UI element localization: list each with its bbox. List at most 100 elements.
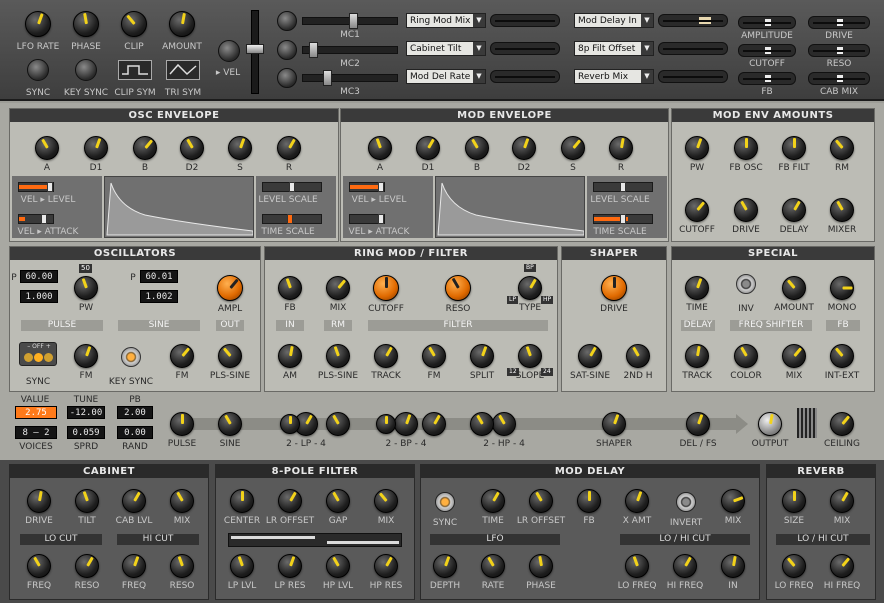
fb-slider[interactable] <box>738 72 796 85</box>
mea-drive-knob[interactable] <box>734 198 758 222</box>
osc-level-scale-slider[interactable] <box>262 182 322 192</box>
inv-toggle[interactable] <box>736 274 756 294</box>
cab-freq-0-knob[interactable] <box>27 554 51 578</box>
reverb-size-knob[interactable] <box>782 489 806 513</box>
mc1-slider[interactable] <box>302 13 398 29</box>
clip-sym-button[interactable] <box>118 60 152 80</box>
cab-reso-3-knob[interactable] <box>170 554 194 578</box>
ampl-knob[interactable] <box>217 275 243 301</box>
osc-fm-2-knob[interactable] <box>170 344 194 368</box>
mea-fb-osc-knob[interactable] <box>734 136 758 160</box>
tune-display[interactable]: -12.00 <box>67 406 105 419</box>
osc1-pitch-display[interactable]: 60.00 <box>20 270 58 283</box>
mod-level-scale-slider[interactable] <box>593 182 653 192</box>
mod-amount-slider-6[interactable] <box>658 70 728 83</box>
pole-lr-offset-knob[interactable] <box>278 489 302 513</box>
mc3-slider[interactable] <box>302 70 398 86</box>
pole-hp-res-knob[interactable] <box>374 554 398 578</box>
mod-target-dropdown-3[interactable]: Mod Del Rate ▼ <box>406 69 486 84</box>
amount-knob[interactable] <box>169 11 195 37</box>
shaper-drive-knob[interactable] <box>601 275 627 301</box>
delay-hi-freq-knob[interactable] <box>673 554 697 578</box>
pw-knob[interactable] <box>74 276 98 300</box>
mixer-lp-2-knob[interactable] <box>280 414 300 434</box>
rm-fb-knob[interactable] <box>278 276 302 300</box>
special-mix-knob[interactable] <box>782 344 806 368</box>
shaper-sat-sine-knob[interactable] <box>578 344 602 368</box>
mod-amount-slider-2[interactable] <box>490 42 560 55</box>
cab-tilt-knob[interactable] <box>75 489 99 513</box>
cab-cab-lvl-knob[interactable] <box>122 489 146 513</box>
delay-lr-offset-knob[interactable] <box>529 489 553 513</box>
sync-button[interactable] <box>27 59 49 81</box>
mixer-extra-2-knob[interactable] <box>470 412 494 436</box>
delay-depth-knob[interactable] <box>433 554 457 578</box>
special-color-knob[interactable] <box>734 344 758 368</box>
mea-rm-knob[interactable] <box>830 136 854 160</box>
pole-gap-knob[interactable] <box>326 489 350 513</box>
osc-env-s-knob[interactable] <box>228 136 252 160</box>
delay-mix-knob[interactable] <box>721 489 745 513</box>
special-time-knob[interactable] <box>685 276 709 300</box>
mea-pw-knob[interactable] <box>685 136 709 160</box>
reso-slider[interactable] <box>808 44 870 57</box>
osc-env-d2-knob[interactable] <box>180 136 204 160</box>
pole-lp-lvl-knob[interactable] <box>230 554 254 578</box>
special-amount-knob[interactable] <box>782 276 806 300</box>
tri-sym-button[interactable] <box>166 60 200 80</box>
pole-hp-lvl-knob[interactable] <box>326 554 350 578</box>
delay-in-knob[interactable] <box>721 554 745 578</box>
vel-button[interactable] <box>218 40 240 62</box>
mod-amount-slider-4[interactable] <box>658 14 728 27</box>
cab-mix-slider[interactable] <box>808 72 870 85</box>
rm-cutoff-knob[interactable] <box>373 275 399 301</box>
value-display[interactable]: 2.75 <box>15 406 57 419</box>
key-sync-button[interactable] <box>75 59 97 81</box>
delay-phase-knob[interactable] <box>529 554 553 578</box>
mod-vel-attack-slider[interactable] <box>349 214 385 224</box>
shaper-2nd-h-knob[interactable] <box>626 344 650 368</box>
cab-drive-knob[interactable] <box>27 489 51 513</box>
mod-env-b-knob[interactable] <box>465 136 489 160</box>
mixer-extra-0-knob[interactable] <box>326 412 350 436</box>
voices-display[interactable]: 8 – 2 <box>15 426 57 439</box>
rm-pls-sine-knob[interactable] <box>326 344 350 368</box>
special-track-knob[interactable] <box>685 344 709 368</box>
pole-lp-res-knob[interactable] <box>278 554 302 578</box>
key-sync-toggle[interactable] <box>121 347 141 367</box>
mod-target-dropdown-5[interactable]: 8p Filt Offset ▼ <box>574 41 654 56</box>
mod-target-dropdown-1[interactable]: Ring Mod Mix ▼ <box>406 13 486 28</box>
delay-fb-knob[interactable] <box>577 489 601 513</box>
amplitude-slider[interactable] <box>738 16 796 29</box>
pole-mix-knob[interactable] <box>374 489 398 513</box>
rm-slope-knob[interactable] <box>518 344 542 368</box>
cutoff-slider[interactable] <box>738 44 796 57</box>
delay-x-amt-knob[interactable] <box>625 489 649 513</box>
mc2-slider[interactable] <box>302 42 398 58</box>
mixer-del-fs-knob[interactable] <box>686 412 710 436</box>
delay-rate-knob[interactable] <box>481 554 505 578</box>
vel-fader-thumb[interactable] <box>246 44 264 54</box>
special-mono-knob[interactable] <box>830 276 854 300</box>
mea-delay-knob[interactable] <box>782 198 806 222</box>
delay-time-knob[interactable] <box>481 489 505 513</box>
mod-env-d2-knob[interactable] <box>512 136 536 160</box>
reverb-lo-freq-knob[interactable] <box>782 554 806 578</box>
rand-display[interactable]: 0.00 <box>117 426 153 439</box>
rm-mix-knob[interactable] <box>326 276 350 300</box>
mc2-button[interactable] <box>277 40 297 60</box>
lfo-rate-knob[interactable] <box>25 11 51 37</box>
osc-fm-1-knob[interactable] <box>74 344 98 368</box>
sync-switch[interactable]: – OFF + <box>19 342 57 366</box>
mixer-extra-1-knob[interactable] <box>422 412 446 436</box>
osc1-ratio-display[interactable]: 1.000 <box>20 290 58 303</box>
delay-lo-freq-knob[interactable] <box>625 554 649 578</box>
mod-amount-slider-3[interactable] <box>490 70 560 83</box>
reverb-mix-knob[interactable] <box>830 489 854 513</box>
mod-env-d1-knob[interactable] <box>416 136 440 160</box>
mea-cutoff-knob[interactable] <box>685 198 709 222</box>
osc-vel-attack-slider[interactable] <box>18 214 54 224</box>
rm-am-knob[interactable] <box>278 344 302 368</box>
rm-reso-knob[interactable] <box>445 275 471 301</box>
mod-amount-slider-5[interactable] <box>658 42 728 55</box>
